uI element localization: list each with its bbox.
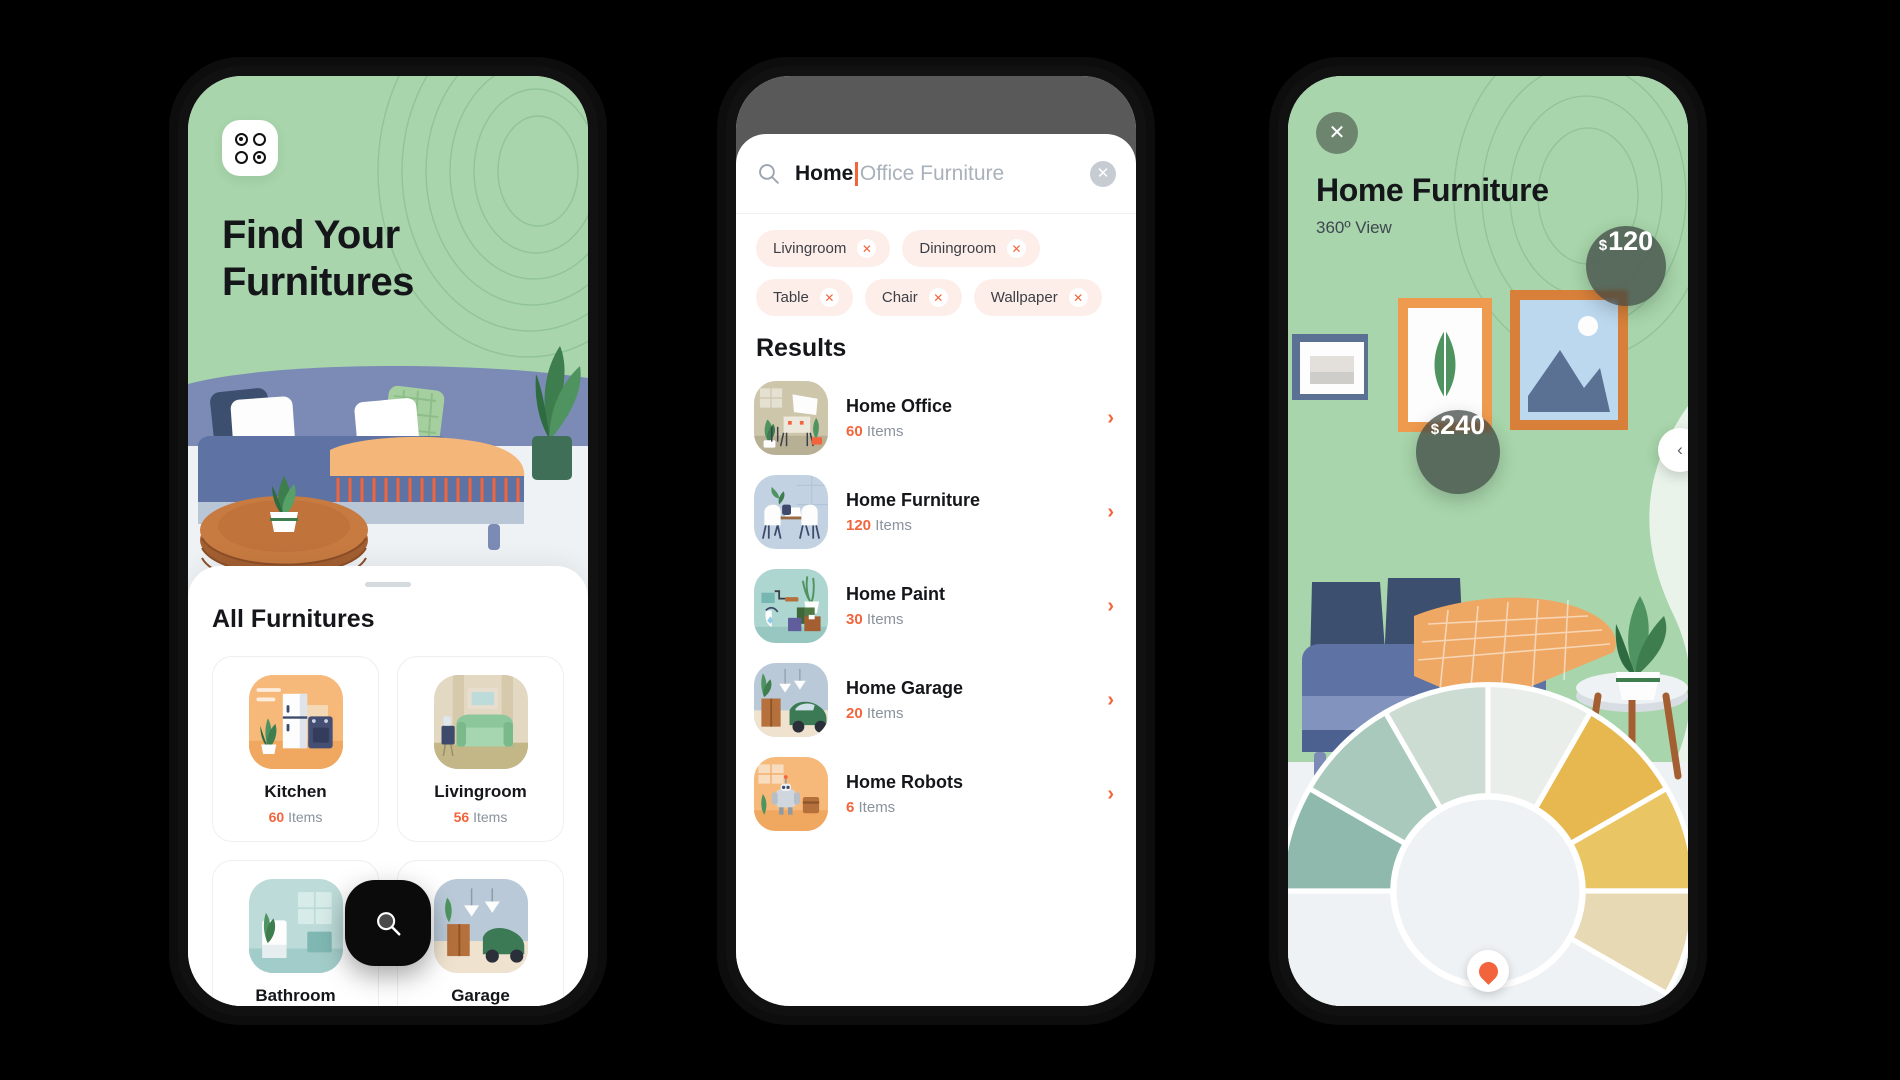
close-icon[interactable]: ✕ <box>1007 239 1027 258</box>
search-bar[interactable]: Home Office Furniture ✕ <box>736 134 1136 214</box>
home-garage-illustration <box>754 663 828 737</box>
list-item[interactable]: Home Furniture 120 Items › <box>754 465 1118 559</box>
currency-symbol: $ <box>1598 237 1608 254</box>
chip-label: Livingroom <box>773 240 847 257</box>
close-icon[interactable]: ✕ <box>857 239 877 258</box>
filter-chip-livingroom[interactable]: Livingroom ✕ <box>756 230 891 267</box>
close-icon[interactable]: ✕ <box>928 288 948 307</box>
clear-search-button[interactable]: ✕ <box>1090 160 1116 187</box>
garage-illustration <box>433 879 528 973</box>
list-item[interactable]: Home Office 60 Items › <box>754 371 1118 465</box>
list-item[interactable]: Home Robots 6 Items › <box>754 747 1118 841</box>
hero-section: Find Your Furnitures <box>188 76 588 606</box>
filter-chip-chair[interactable]: Chair ✕ <box>864 279 962 316</box>
category-count: 60 Items <box>268 809 323 825</box>
list-item-count: 120 Items <box>846 517 912 534</box>
search-suggestion-text: Office Furniture <box>859 161 1005 185</box>
page-title-line1: Find Your <box>222 213 400 257</box>
home-paint-illustration <box>754 569 828 643</box>
chevron-right-icon[interactable]: › <box>1107 595 1118 618</box>
list-item-count: 30 Items <box>846 611 904 628</box>
search-icon <box>377 912 401 936</box>
mockup-stage: Find Your Furnitures All Furnitures Kitc… <box>0 0 1900 1080</box>
chevron-right-icon[interactable]: › <box>1107 689 1118 712</box>
screen-search: Home Office Furniture ✕ Livingroom ✕ Din… <box>736 76 1136 1006</box>
category-name: Kitchen <box>264 782 327 801</box>
price-badge-240[interactable]: $ 240 <box>1416 410 1500 494</box>
filter-chips: Livingroom ✕ Diningroom ✕ Table ✕ Chair … <box>736 214 1136 318</box>
phone-mockup-product-view: $ 120 $ 240 ‹ ✕ Home Furniture 360º View <box>1278 66 1698 1016</box>
list-item-title: Home Garage <box>846 678 964 698</box>
chip-label: Diningroom <box>919 240 997 257</box>
price-badge-120[interactable]: $ 120 <box>1586 226 1666 306</box>
search-input[interactable]: Home Office Furniture <box>795 161 1090 186</box>
home-furniture-illustration <box>754 475 828 549</box>
chevron-right-icon[interactable]: › <box>1107 501 1118 524</box>
room-scene: $ 120 $ 240 ‹ ✕ Home Furniture 360º View <box>1288 76 1688 1006</box>
category-count: 56 Items <box>453 809 508 825</box>
text-caret <box>855 161 858 186</box>
four-dots-logo-icon <box>234 132 266 164</box>
filter-chip-wallpaper[interactable]: Wallpaper ✕ <box>973 279 1102 316</box>
sofa-illustration <box>188 346 588 606</box>
search-icon <box>759 164 779 184</box>
phone-mockup-home: Find Your Furnitures All Furnitures Kitc… <box>178 66 598 1016</box>
screen-360-view: $ 120 $ 240 ‹ ✕ Home Furniture 360º View <box>1288 76 1688 1006</box>
screen-home: Find Your Furnitures All Furnitures Kitc… <box>188 76 588 1006</box>
sheet-grab-handle[interactable] <box>365 582 411 587</box>
filter-chip-table[interactable]: Table ✕ <box>756 279 853 316</box>
list-item-title: Home Office <box>846 396 953 416</box>
kitchen-illustration <box>248 675 343 769</box>
livingroom-illustration <box>433 675 528 769</box>
price-amount: 120 <box>1608 226 1654 256</box>
chevron-right-icon[interactable]: › <box>1107 407 1118 430</box>
color-picker-center-button[interactable] <box>1467 950 1509 992</box>
list-item-text: Home Garage 20 Items <box>846 678 1107 722</box>
phone-mockup-search: Home Office Furniture ✕ Livingroom ✕ Din… <box>726 66 1146 1016</box>
category-card-livingroom[interactable]: Livingroom 56 Items <box>397 656 564 842</box>
list-item-text: Home Robots 6 Items <box>846 772 1107 816</box>
search-panel: Home Office Furniture ✕ Livingroom ✕ Din… <box>736 134 1136 1006</box>
close-icon[interactable]: ✕ <box>819 288 839 307</box>
sheet-title: All Furnitures <box>212 605 375 633</box>
home-robots-illustration <box>754 757 828 831</box>
app-logo-button[interactable] <box>222 120 278 176</box>
price-amount: 240 <box>1440 410 1486 440</box>
list-item-count: 20 Items <box>846 705 904 722</box>
list-item-text: Home Furniture 120 Items <box>846 490 1107 534</box>
list-item-count: 60 Items <box>846 423 904 440</box>
category-name: Bathroom <box>255 986 336 1005</box>
list-item-text: Home Office 60 Items <box>846 396 1107 440</box>
list-item-title: Home Robots <box>846 772 963 792</box>
list-item-title: Home Furniture <box>846 490 981 510</box>
chevron-right-icon[interactable]: › <box>1107 783 1118 806</box>
list-item[interactable]: Home Paint 30 Items › <box>754 559 1118 653</box>
product-subtitle: 360º View <box>1316 218 1392 237</box>
search-fab-button[interactable] <box>345 880 431 966</box>
list-item-count: 6 Items <box>846 799 896 816</box>
list-item-title: Home Paint <box>846 584 946 604</box>
category-name: Garage <box>451 986 510 1005</box>
results-heading: Results <box>756 334 847 362</box>
close-icon[interactable]: ✕ <box>1068 288 1088 307</box>
currency-symbol: $ <box>1430 421 1440 438</box>
product-title: Home Furniture <box>1316 172 1549 208</box>
results-list: Home Office 60 Items › Home Furniture 12… <box>736 367 1136 841</box>
bathroom-illustration <box>248 879 343 973</box>
page-title: Find Your Furnitures <box>222 212 512 306</box>
color-drop-icon <box>1474 957 1502 985</box>
chip-label: Table <box>773 289 809 306</box>
category-name: Livingroom <box>434 782 527 801</box>
page-title-line2: Furnitures <box>222 260 414 305</box>
close-button[interactable]: ✕ <box>1316 112 1358 154</box>
chip-label: Wallpaper <box>990 289 1058 306</box>
filter-chip-diningroom[interactable]: Diningroom ✕ <box>902 230 1041 267</box>
home-office-illustration <box>754 381 828 455</box>
list-item-text: Home Paint 30 Items <box>846 584 1107 628</box>
category-card-kitchen[interactable]: Kitchen 60 Items <box>212 656 379 842</box>
list-item[interactable]: Home Garage 20 Items › <box>754 653 1118 747</box>
search-typed-text: Home <box>795 161 854 185</box>
chip-label: Chair <box>881 289 918 306</box>
